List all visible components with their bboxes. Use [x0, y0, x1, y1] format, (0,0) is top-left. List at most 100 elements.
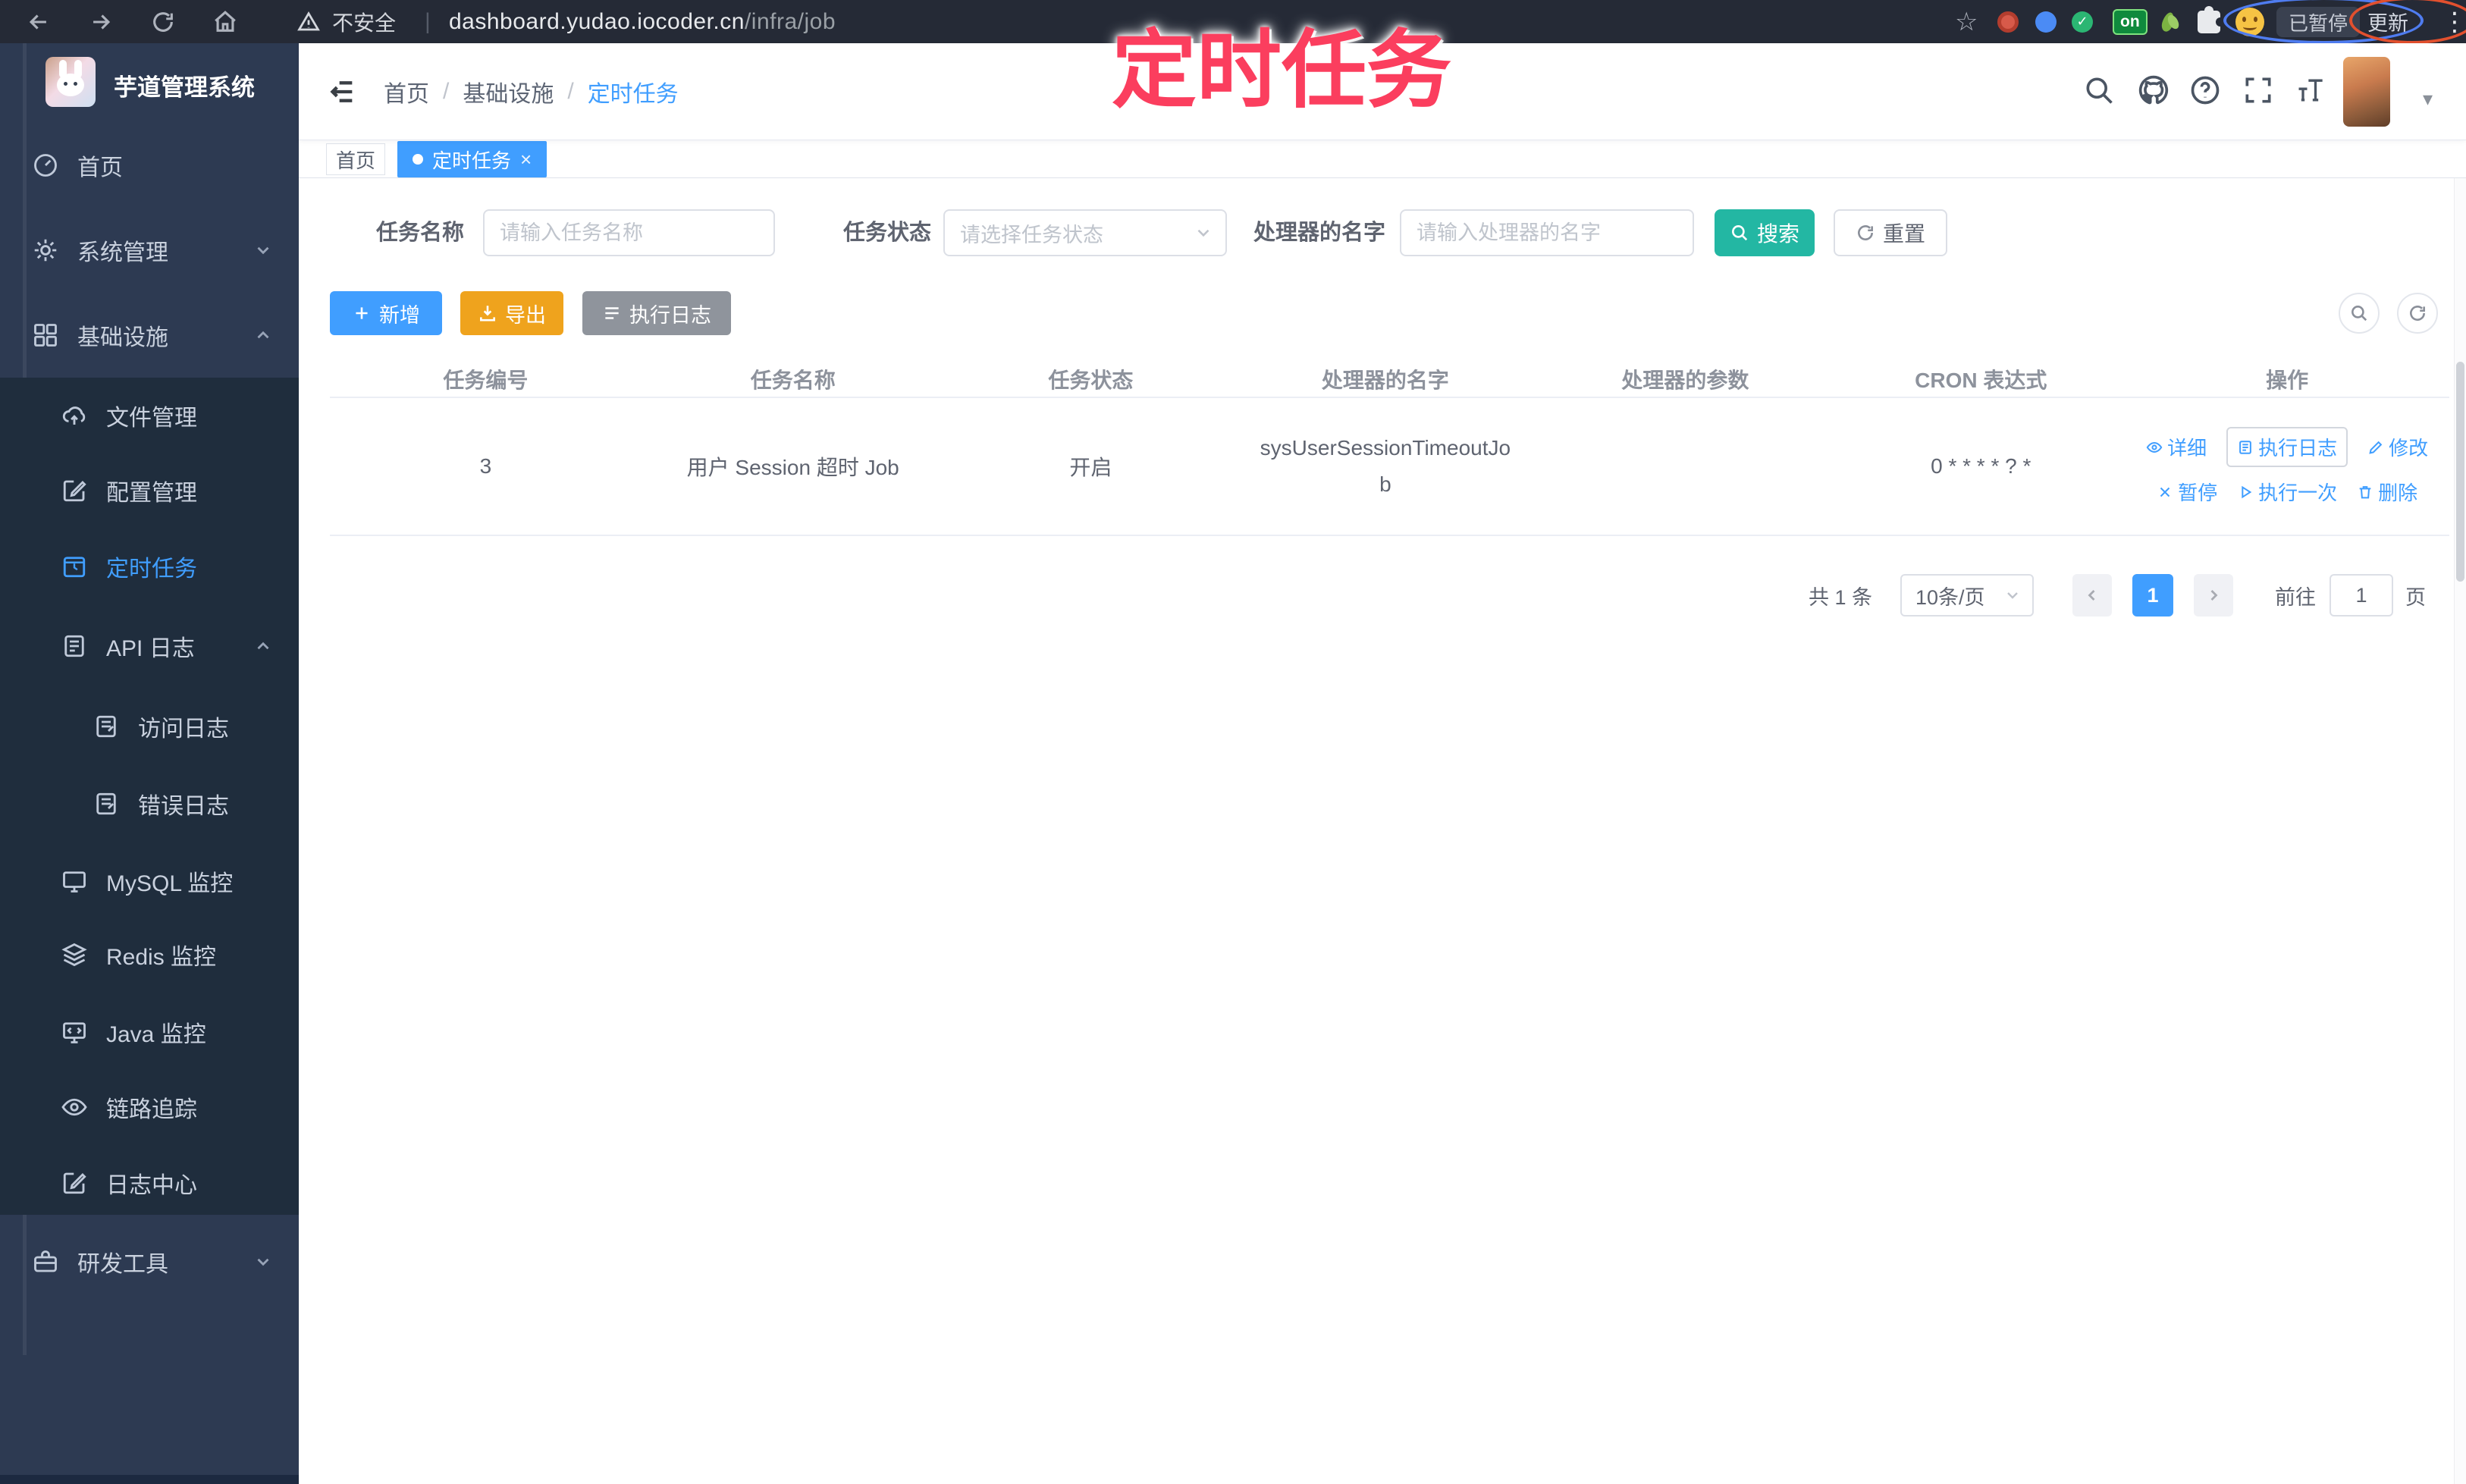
sidebar-item-log-center[interactable]: 日志中心 [0, 1145, 299, 1221]
extension-plant-icon[interactable] [2160, 0, 2182, 43]
sidebar-item-infra[interactable]: 基础设施 [0, 293, 299, 378]
security-label[interactable]: 不安全 [332, 0, 396, 43]
goto-page-input[interactable] [2330, 574, 2393, 617]
sidebar-item-mysql-monitor[interactable]: MySQL 监控 [0, 843, 299, 919]
action-exec-log[interactable]: 执行日志 [2226, 427, 2348, 467]
sidebar-fold-icon[interactable] [326, 77, 358, 107]
security-warning-icon [297, 0, 320, 43]
sidebar-item-redis-monitor[interactable]: Redis 监控 [0, 917, 299, 993]
address-bar[interactable]: dashboard.yudao.iocoder.cn/infra/job [449, 0, 836, 43]
timer-icon [63, 557, 86, 578]
log-doc-icon [2239, 440, 2251, 454]
breadcrumb-separator: / [443, 79, 450, 104]
log-list-icon [605, 307, 619, 319]
tag-scheduled-jobs[interactable]: 定时任务 × [397, 141, 547, 177]
add-button[interactable]: 新增 [330, 291, 442, 335]
sidebar-submenu-infra: 文件管理 配置管理 定时任务 API 日志 访问日志 错误日志 MySQL 监控… [0, 378, 299, 1215]
export-button[interactable]: 导出 [460, 291, 563, 335]
sidebar-item-config-manage[interactable]: 配置管理 [0, 453, 299, 529]
job-name-input[interactable] [483, 209, 775, 256]
action-run-once[interactable]: 执行一次 [2237, 478, 2337, 506]
cell-job-name: 用户 Session 超时 Job [686, 456, 899, 479]
user-avatar[interactable] [2343, 57, 2390, 127]
sidebar-item-tracing[interactable]: 链路追踪 [0, 1069, 299, 1145]
job-status-label: 任务状态 [843, 221, 932, 245]
breadcrumb-home[interactable]: 首页 [384, 75, 429, 108]
chevron-up-icon [257, 331, 269, 339]
eye-icon [2146, 441, 2163, 453]
chevron-right-icon [2210, 590, 2218, 601]
scrollbar-thumb[interactable] [2456, 362, 2464, 582]
sidebar-item-error-log[interactable]: 错误日志 [0, 766, 299, 842]
job-status-placeholder: 请选择任务状态 [960, 223, 1103, 246]
extension-check-icon[interactable]: ✓ [2072, 0, 2093, 43]
doc-edit-icon [96, 715, 116, 738]
sidebar-item-system[interactable]: 系统管理 [0, 208, 299, 293]
terminal-monitor-icon [63, 1022, 86, 1043]
handler-name-input[interactable] [1400, 209, 1694, 256]
extension-on-badge[interactable]: on [2113, 0, 2148, 43]
monitor-icon [63, 871, 86, 893]
sidebar-item-access-log[interactable]: 访问日志 [0, 689, 299, 764]
action-pause[interactable]: 暂停 [2157, 478, 2217, 506]
exec-log-button[interactable]: 执行日志 [582, 291, 731, 335]
page-number-button[interactable]: 1 [2132, 574, 2173, 617]
action-edit[interactable]: 修改 [2367, 427, 2428, 467]
action-delete[interactable]: 删除 [2357, 478, 2417, 506]
fullscreen-icon[interactable] [2242, 74, 2275, 107]
job-status-select[interactable]: 请选择任务状态 [943, 209, 1227, 256]
browser-reload-icon[interactable] [150, 0, 176, 43]
github-icon[interactable] [2137, 74, 2170, 107]
bookmark-star-icon[interactable]: ☆ [1955, 0, 1978, 43]
col-job-id: 任务编号 [443, 369, 529, 392]
avatar-caret-icon[interactable]: ▾ [2423, 87, 2433, 111]
app-title: 芋道管理系统 [114, 74, 255, 101]
sidebar-item-scheduled-jobs[interactable]: 定时任务 [0, 529, 299, 604]
page-scrollbar[interactable] [2454, 43, 2466, 1484]
eye-icon [61, 1098, 87, 1116]
extensions-puzzle-icon[interactable] [2198, 0, 2225, 43]
search-icon [2351, 306, 2367, 322]
chevron-down-icon [1197, 229, 1209, 237]
browser-home-icon[interactable] [212, 0, 238, 43]
sidebar-item-dev-tools[interactable]: 研发工具 [0, 1219, 299, 1304]
pencil-icon [2369, 441, 2383, 454]
sidebar-item-java-monitor[interactable]: Java 监控 [0, 994, 299, 1070]
search-button[interactable]: 搜索 [1715, 209, 1815, 256]
extension-stats-icon[interactable] [2035, 0, 2057, 43]
prev-page-button[interactable] [2072, 574, 2112, 617]
url-host: dashboard.yudao.iocoder.cn [449, 8, 745, 34]
sidebar-item-api-log[interactable]: API 日志 [0, 608, 299, 684]
refresh-table-button[interactable] [2397, 293, 2438, 334]
doc-edit-icon [64, 635, 84, 657]
tags-view-bar: 首页 定时任务 × [299, 140, 2466, 178]
plus-icon [356, 307, 368, 319]
next-page-button[interactable] [2194, 574, 2233, 617]
browser-back-icon[interactable] [26, 0, 52, 43]
tag-home[interactable]: 首页 [326, 143, 385, 175]
grid-icon [34, 324, 57, 347]
help-icon[interactable] [2188, 74, 2222, 107]
toggle-search-button[interactable] [2339, 293, 2380, 334]
sidebar-item-home[interactable]: 首页 [0, 123, 299, 208]
search-icon [1732, 225, 1748, 241]
col-handler-param: 处理器的参数 [1621, 369, 1749, 392]
cell-job-status: 开启 [1069, 456, 1112, 479]
job-name-label: 任务名称 [376, 221, 465, 245]
app-logo [45, 57, 96, 107]
page-size-select[interactable]: 10条/页 [1900, 574, 2034, 617]
sidebar-item-file-manage[interactable]: 文件管理 [0, 378, 299, 453]
font-size-icon[interactable] [2295, 74, 2328, 107]
cell-actions: 详细 执行日志 修改 暂停 执行一次 删除 [2125, 427, 2449, 506]
annotation-overlay-text: 定时任务 [1112, 23, 1451, 118]
action-detail[interactable]: 详细 [2146, 427, 2207, 467]
breadcrumb-current[interactable]: 定时任务 [588, 75, 679, 108]
search-icon[interactable] [2082, 74, 2116, 107]
col-cron: CRON 表达式 [1915, 369, 2047, 392]
gauge-icon [34, 154, 57, 177]
edit-square-icon [63, 1172, 86, 1194]
browser-forward-icon[interactable] [88, 0, 114, 43]
extension-adblock-icon[interactable] [1997, 0, 2019, 43]
reset-button[interactable]: 重置 [1834, 209, 1947, 256]
close-icon[interactable]: × [520, 149, 532, 169]
